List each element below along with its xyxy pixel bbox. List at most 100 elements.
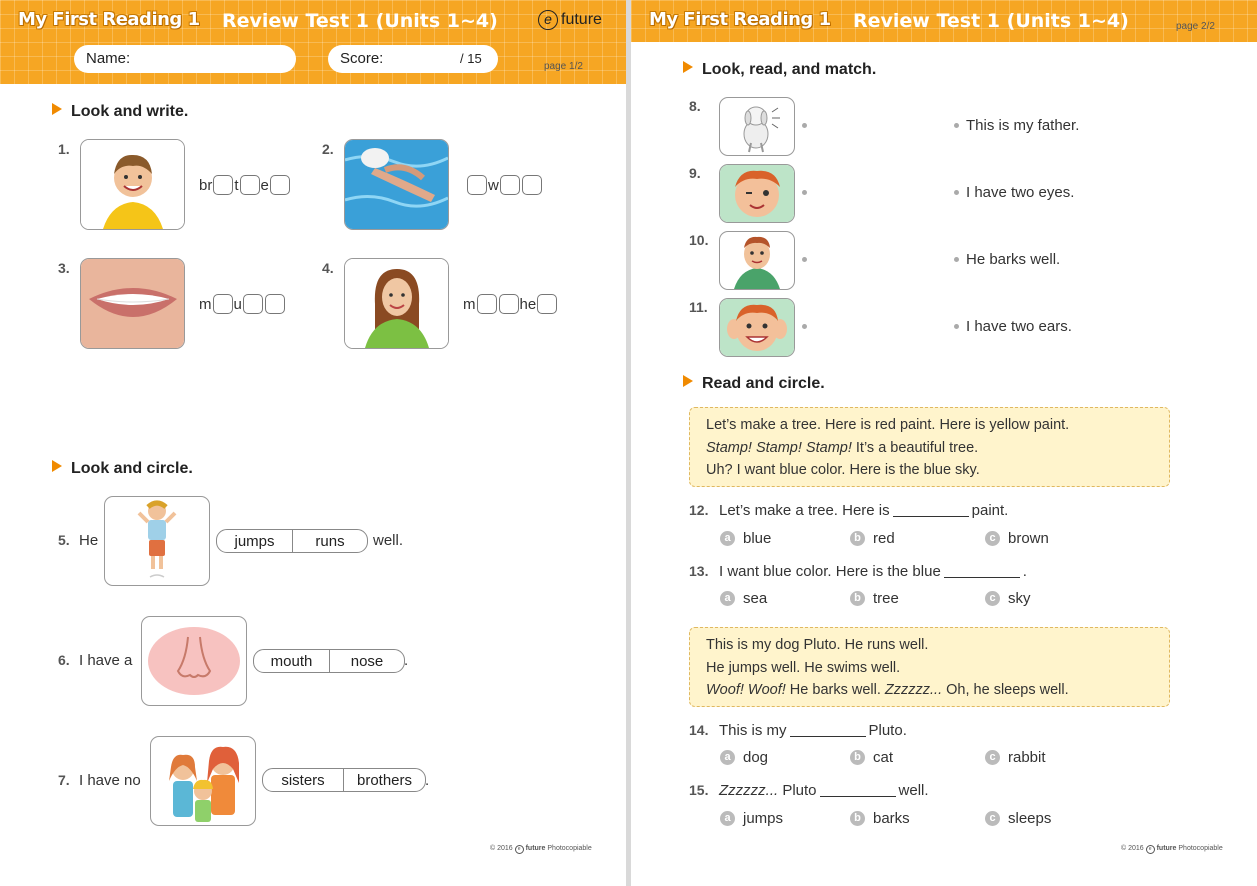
page-header: My First Reading 1 Review Test 1 (Units …	[0, 0, 626, 84]
match-sentence: This is my father.	[966, 117, 1080, 134]
match-sentence: He barks well.	[966, 251, 1061, 268]
letter-box[interactable]	[264, 294, 285, 314]
story-box-1: Let’s make a tree. Here is red paint. He…	[689, 407, 1170, 487]
score-total: / 15	[460, 51, 482, 66]
choice-group-7: sisters brothers	[262, 768, 426, 792]
letter-box[interactable]	[537, 294, 558, 314]
word-blanks-1: br t e	[199, 175, 291, 195]
option-a[interactable]: a jumps	[720, 810, 783, 827]
option-a[interactable]: a sea	[720, 590, 767, 607]
option-a[interactable]: a dog	[720, 749, 768, 766]
answer-blank	[819, 782, 896, 797]
e-logo-icon: e	[1145, 845, 1155, 854]
word-blanks-3: mu	[199, 294, 286, 314]
match-dot-left[interactable]	[802, 257, 807, 262]
question-prefix: I have no	[79, 772, 141, 789]
boy-photo	[80, 139, 185, 230]
question-suffix: .	[404, 652, 409, 669]
question-sentence: This is my Pluto.	[719, 722, 907, 739]
option-b[interactable]: b red	[850, 530, 895, 547]
choice-group-5: jumps runs	[216, 529, 368, 553]
choice-group-6: mouth nose	[253, 649, 405, 673]
option-nose[interactable]: nose	[329, 650, 404, 672]
dog-image	[719, 97, 795, 156]
answer-blank	[892, 502, 969, 517]
father-icon	[734, 236, 780, 289]
ears-boy-icon	[720, 299, 794, 356]
nose-image	[141, 616, 247, 706]
letter-box[interactable]	[476, 294, 497, 314]
name-field[interactable]: Name:	[74, 45, 296, 73]
sisters-image	[150, 736, 256, 826]
match-dot-left[interactable]	[802, 190, 807, 195]
worksheet-page-1: My First Reading 1 Review Test 1 (Units …	[0, 0, 626, 886]
test-title: Review Test 1 (Units 1~4)	[853, 10, 1129, 32]
match-dot-right[interactable]	[954, 257, 959, 262]
option-c[interactable]: c sky	[985, 590, 1031, 607]
letter-box[interactable]	[499, 175, 520, 195]
option-c[interactable]: c sleeps	[985, 810, 1051, 827]
copyright-note: © 2016 e future Photocopiable	[1121, 845, 1223, 854]
letter-box[interactable]	[467, 175, 487, 195]
eyes-boy-image	[719, 164, 795, 223]
match-dot-left[interactable]	[802, 324, 807, 329]
triangle-bullet-icon	[683, 375, 693, 387]
question-sentence: Zzzzzz... Pluto well.	[719, 782, 929, 799]
section-look-and-write: Look and write.	[52, 103, 188, 121]
match-sentence: I have two ears.	[966, 318, 1072, 335]
match-dot-right[interactable]	[954, 123, 959, 128]
letter-box[interactable]	[242, 294, 263, 314]
question-number: 11.	[689, 299, 708, 315]
score-field[interactable]: Score: / 15	[328, 45, 498, 73]
letter-box[interactable]	[212, 294, 233, 314]
question-sentence: Let’s make a tree. Here is paint.	[719, 502, 1009, 519]
match-dot-right[interactable]	[954, 324, 959, 329]
answer-blank	[789, 722, 866, 737]
option-c[interactable]: c brown	[985, 530, 1049, 547]
option-b[interactable]: b cat	[850, 749, 893, 766]
question-number: 7.	[58, 772, 70, 788]
section-look-read-match: Look, read, and match.	[683, 61, 876, 79]
question-number: 9.	[689, 165, 701, 181]
option-sisters[interactable]: sisters	[263, 769, 343, 791]
letter-box[interactable]	[239, 175, 260, 195]
copyright-note: © 2016 e future Photocopiable	[490, 845, 592, 854]
match-sentence: I have two eyes.	[966, 184, 1075, 201]
question-prefix: I have a	[79, 652, 133, 669]
letter-box[interactable]	[269, 175, 290, 195]
option-b[interactable]: b tree	[850, 590, 899, 607]
ears-boy-image	[719, 298, 795, 357]
letter-box[interactable]	[498, 294, 519, 314]
book-title: My First Reading 1	[18, 9, 200, 30]
triangle-bullet-icon	[52, 103, 62, 115]
word-blanks-2: w	[466, 175, 543, 195]
answer-blank	[943, 563, 1020, 578]
letter-box[interactable]	[213, 175, 234, 195]
option-runs[interactable]: runs	[292, 530, 367, 552]
test-title: Review Test 1 (Units 1~4)	[222, 10, 498, 32]
question-sentence: I want blue color. Here is the blue.	[719, 563, 1027, 580]
page-header: My First Reading 1 Review Test 1 (Units …	[631, 0, 1257, 42]
question-number: 10.	[689, 232, 709, 248]
swimmer-photo	[344, 139, 449, 230]
page-number: page 1/2	[544, 61, 583, 72]
option-jumps[interactable]: jumps	[217, 530, 292, 552]
option-c[interactable]: c rabbit	[985, 749, 1046, 766]
question-number: 4.	[322, 260, 334, 276]
option-brothers[interactable]: brothers	[343, 769, 425, 791]
mouth-photo	[80, 258, 185, 349]
match-dot-right[interactable]	[954, 190, 959, 195]
letter-box[interactable]	[521, 175, 542, 195]
word-blanks-4: m he	[463, 294, 558, 314]
option-mouth[interactable]: mouth	[254, 650, 329, 672]
question-number: 2.	[322, 141, 334, 157]
question-suffix: well.	[373, 532, 404, 549]
option-b[interactable]: b barks	[850, 810, 910, 827]
triangle-bullet-icon	[52, 460, 62, 472]
option-a[interactable]: a blue	[720, 530, 771, 547]
book-title: My First Reading 1	[649, 9, 831, 30]
publisher-logo: e future	[538, 10, 602, 30]
e-logo-icon: e	[514, 845, 524, 854]
match-dot-left[interactable]	[802, 123, 807, 128]
question-number: 14.	[689, 722, 709, 738]
